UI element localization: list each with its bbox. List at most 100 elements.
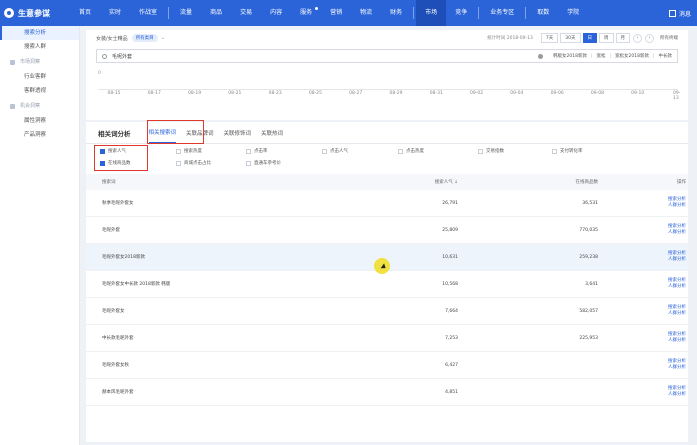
nav-item-marketing[interactable]: 营销	[321, 0, 351, 26]
crowd-analysis-link[interactable]: 人群分析	[598, 338, 686, 344]
table-row[interactable]: 毛呢外套女 7,664 582,057 搜索分析 人群分析	[86, 298, 688, 325]
table-row[interactable]: 秋季毛呢外套女 26,791 36,531 搜索分析 人群分析	[86, 190, 688, 217]
metric-heat[interactable]: 搜索热度	[176, 148, 202, 154]
period-30d-button[interactable]: 30天	[560, 33, 581, 43]
related-word[interactable]: 韩版女2018新款	[553, 53, 587, 59]
nav-user-label: 消息	[678, 10, 691, 18]
nav-item-home[interactable]: 首页	[70, 0, 100, 26]
related-word[interactable]: 中长款	[659, 53, 673, 59]
search-input[interactable]: 毛呢外套	[112, 53, 538, 60]
timeline-tick-label: 09-02	[470, 91, 484, 96]
highlight-box-tab	[147, 120, 204, 144]
nav-item-data[interactable]: 取数	[528, 0, 558, 26]
timeline-axis	[98, 89, 678, 90]
clear-icon[interactable]	[538, 53, 543, 59]
category-selector[interactable]: 女装/女士精品	[96, 35, 128, 42]
col-popularity[interactable]: 搜索人气 ↓	[402, 179, 458, 185]
sidebar-item-attribute-insight[interactable]: 属性洞察	[0, 114, 79, 128]
metric-click-heat[interactable]: 点击热度	[398, 148, 424, 154]
nav-item-warroom[interactable]: 作战室	[130, 0, 166, 26]
metric-checkboxes: 搜索人气 搜索热度 点击率 点击人气 点击热度 交易指数 支付转化率 在线商品数…	[86, 144, 688, 174]
cell-ops: 搜索分析 人群分析	[598, 386, 688, 398]
metric-click-popularity[interactable]: 点击人气	[322, 148, 348, 154]
cell-popularity: 7,253	[445, 335, 458, 341]
crowd-analysis-link[interactable]: 人群分析	[598, 257, 686, 263]
metric-ctr[interactable]: 点击率	[246, 148, 268, 154]
nav-item-market[interactable]: 市场	[416, 0, 447, 26]
cell-ops: 搜索分析 人群分析	[598, 251, 688, 263]
nav-item-product[interactable]: 商品	[201, 0, 231, 26]
cell-ops: 搜索分析 人群分析	[598, 359, 688, 371]
crowd-analysis-link[interactable]: 人群分析	[598, 284, 686, 290]
cell-items: 36,531	[582, 200, 598, 206]
tab-hot-words[interactable]: 关联热词	[261, 125, 283, 143]
period-month-button[interactable]: 月	[615, 33, 630, 43]
group-icon	[10, 103, 15, 109]
chevron-down-icon[interactable]: ⌄	[161, 35, 165, 41]
brand[interactable]: 生意参谋	[0, 8, 70, 19]
divider: |	[609, 53, 612, 59]
table-row[interactable]: 赫本风毛呢外套 4,851 搜索分析 人群分析	[86, 379, 688, 406]
next-arrow-icon[interactable]: ›	[645, 33, 654, 43]
sidebar-item-product-insight[interactable]: 产品洞察	[0, 128, 79, 142]
crowd-analysis-link[interactable]: 人群分析	[598, 230, 686, 236]
table-row[interactable]: 中长款毛呢外套 7,253 225,953 搜索分析 人群分析	[86, 325, 688, 352]
message-icon	[668, 9, 676, 17]
nav-item-realtime[interactable]: 实时	[100, 0, 130, 26]
sidebar-group-label: 机会洞察	[20, 103, 41, 109]
top-nav: 生意参谋 首页 实时 作战室 流量 商品 交易 内容 服务 营销 物流 财务 市…	[0, 0, 697, 26]
crowd-analysis-link[interactable]: 人群分析	[598, 365, 686, 371]
period-week-button[interactable]: 周	[599, 33, 614, 43]
cell-popularity: 25,809	[442, 227, 458, 233]
period-7d-button[interactable]: 7天	[540, 33, 559, 43]
period-day-button[interactable]: 日	[582, 33, 597, 43]
table-row[interactable]: 毛呢外套女中长款 2018新款 韩版 10,568 3,641 搜索分析 人群分析	[86, 271, 688, 298]
table-row[interactable]: 毛呢外套女秋 6,427 搜索分析 人群分析	[86, 352, 688, 379]
nav-item-trade[interactable]: 交易	[231, 0, 261, 26]
nav-item-traffic[interactable]: 流量	[171, 0, 201, 26]
metric-ztc-price[interactable]: 直通车参考价	[246, 160, 281, 166]
search-bar[interactable]: 毛呢外套 韩版女2018新款 | 宽松 | 宽松女2018新款 | 中长款	[96, 49, 678, 63]
col-ops: 操作	[677, 180, 686, 185]
nav-divider	[478, 7, 480, 19]
nav-item-logistics[interactable]: 物流	[351, 0, 381, 26]
prev-arrow-icon[interactable]: ‹	[633, 33, 642, 43]
timeline-tick-label: 09-13	[673, 91, 681, 101]
timeline-tick-label: 08-31	[429, 91, 443, 96]
cell-popularity: 7,664	[445, 308, 458, 314]
sidebar-group-label: 市场洞察	[20, 59, 41, 65]
crowd-analysis-link[interactable]: 人群分析	[598, 203, 686, 209]
timeline-tick-label: 08-23	[268, 91, 282, 96]
checkbox-icon	[176, 160, 181, 166]
cell-popularity: 4,851	[445, 389, 458, 395]
timeline-tick-label: 09-08	[590, 91, 604, 96]
table-row[interactable]: 毛呢外套 25,809 770,035 搜索分析 人群分析	[86, 217, 688, 244]
crowd-analysis-link[interactable]: 人群分析	[598, 311, 686, 317]
related-word[interactable]: 宽松	[596, 53, 605, 59]
metric-label: 点击人气	[330, 149, 348, 154]
related-word[interactable]: 宽松女2018新款	[615, 53, 649, 59]
sidebar-item-search-crowd[interactable]: 搜索人群	[0, 40, 79, 54]
cell-word: 赫本风毛呢外套	[102, 390, 134, 395]
metric-conversion[interactable]: 支付转化率	[552, 148, 583, 154]
nav-item-finance[interactable]: 财务	[381, 0, 411, 26]
sidebar-item-search-analysis[interactable]: 搜索分析	[0, 26, 79, 40]
nav-item-content[interactable]: 内容	[261, 0, 291, 26]
metric-trade-index[interactable]: 交易指数	[478, 148, 504, 154]
brand-name: 生意参谋	[18, 8, 50, 18]
sidebar-item-industry-crowd[interactable]: 行业客群	[0, 70, 79, 84]
nav-item-business-zone[interactable]: 业务专区	[481, 0, 523, 26]
cell-popularity: 10,568	[442, 281, 458, 287]
nav-item-academy[interactable]: 学院	[558, 0, 588, 26]
nav-item-service-label: 服务	[300, 9, 313, 16]
checkbox-icon	[322, 148, 327, 154]
sidebar-item-crowd-insight[interactable]: 客群透视	[0, 84, 79, 98]
nav-user[interactable]: 消息	[668, 9, 697, 18]
channel-selector[interactable]: 所有终端	[660, 35, 678, 41]
nav-item-service[interactable]: 服务	[291, 0, 321, 26]
nav-item-competition[interactable]: 竞争	[446, 0, 476, 26]
tab-modifier-words[interactable]: 关联修饰词	[224, 125, 252, 143]
col-items[interactable]: 在线商品数	[458, 179, 599, 185]
metric-mall-ratio[interactable]: 商城点击占比	[176, 160, 211, 166]
crowd-analysis-link[interactable]: 人群分析	[598, 392, 686, 398]
